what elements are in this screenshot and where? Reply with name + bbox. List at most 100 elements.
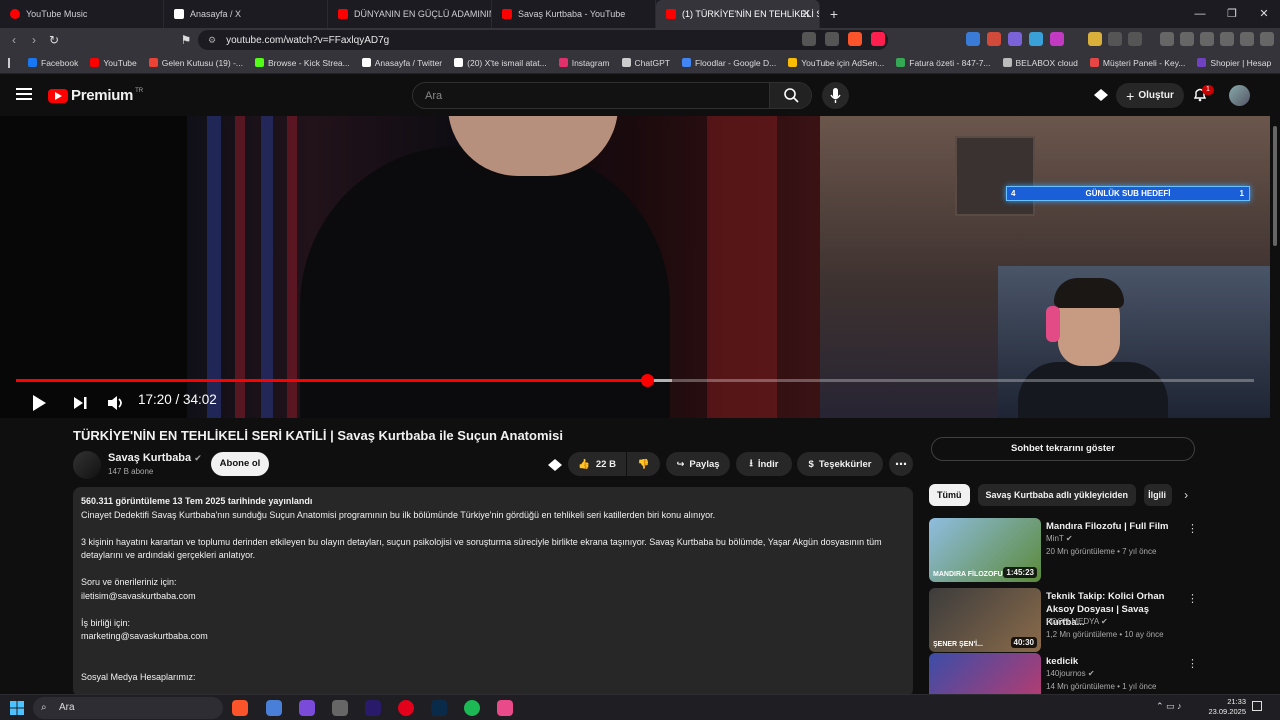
youtube-premium-logo[interactable]: Premium TR [48,87,143,104]
app-icon[interactable] [299,700,315,716]
recommended-channel[interactable]: 140journos ✔ [1046,669,1095,678]
bookmark-item[interactable]: YouTube [90,58,137,68]
recommended-video[interactable]: ŞENER ŞEN'İ... 40:30 Teknik Takip: Kolici … [929,588,1199,652]
address-bar[interactable]: ⚙ youtube.com/watch?v=FFaxlqyAD7g [198,30,888,50]
chip-all[interactable]: Tümü [929,484,970,506]
extension-icon[interactable] [966,32,980,46]
bookmark-item[interactable]: ChatGPT [621,58,670,68]
minimize-icon[interactable]: — [1184,0,1216,28]
brave-rewards-icon[interactable] [871,32,885,46]
bookmark-item[interactable]: Müşteri Paneli - Key... [1089,58,1185,68]
brave-shield-icon[interactable] [848,32,862,46]
share-icon[interactable] [825,32,839,46]
channel-avatar[interactable] [73,451,101,479]
browser-tab[interactable]: Anasayfa / X [164,0,328,28]
close-tab-icon[interactable]: ✕ [802,7,811,20]
voice-search-button[interactable] [822,82,849,109]
extension-icon[interactable] [987,32,1001,46]
wallet-icon[interactable] [1200,32,1214,46]
extension-icon[interactable] [1108,32,1122,46]
chevron-right-icon[interactable]: › [1184,484,1188,508]
menu-icon[interactable] [1260,32,1274,46]
spotify-icon[interactable] [464,700,480,716]
download-button[interactable]: ⭳ İndir [736,452,792,476]
browser-tab[interactable]: DÜNYANIN EN GÜÇLÜ ADAMININ A [328,0,492,28]
app-icon[interactable] [266,700,282,716]
photoshop-icon[interactable] [431,700,447,716]
premium-benefit-icon[interactable] [1092,87,1110,103]
thanks-button[interactable]: $ Teşekkürler [797,452,883,476]
taskbar-clock[interactable]: 21:33 23.09.2025 [1200,697,1246,717]
bookmark-item[interactable]: Fatura özeti - 847-7... [896,58,991,68]
more-options-icon[interactable]: ⋮ [1187,522,1198,535]
video-player[interactable]: 4 GÜNLÜK SUB HEDEFİ 1 17:20 / 34:02 [0,116,1270,418]
bookmark-item[interactable]: Floodlar - Google D... [681,58,776,68]
volume-icon[interactable] [105,392,127,414]
app-icon[interactable] [497,700,513,716]
extension-icon[interactable] [1128,32,1142,46]
windows-start-icon[interactable] [10,701,24,715]
taskbar-search[interactable]: ⌕ Ara [33,697,223,719]
extension-icon[interactable] [1088,32,1102,46]
more-options-icon[interactable]: ⋮ [1187,592,1198,605]
sidebar-icon[interactable] [1180,32,1194,46]
more-actions-button[interactable]: ⋯ [889,452,913,476]
video-description[interactable]: 560.311 görüntüleme 13 Tem 2025 tarihind… [73,487,913,697]
search-input[interactable]: Ara [412,82,812,109]
apps-grid-icon[interactable] [8,57,10,68]
extension-icon[interactable] [1008,32,1022,46]
bookmark-item[interactable]: Browse - Kick Strea... [255,58,350,68]
site-info-icon[interactable]: ⚙ [208,35,216,46]
extension-icon[interactable] [1029,32,1043,46]
close-window-icon[interactable]: ✕ [1248,0,1280,28]
recommended-title[interactable]: kedicik [1046,655,1186,668]
play-icon[interactable] [28,392,50,414]
bookmark-item[interactable]: Anasayfa / Twitter [361,58,442,68]
bookmark-item[interactable]: Instagram [558,58,610,68]
notification-center-icon[interactable] [1252,701,1262,711]
account-avatar[interactable] [1229,85,1250,106]
next-icon[interactable] [70,392,90,414]
video-thumbnail[interactable]: ŞENER ŞEN'İ... 40:30 [929,588,1041,652]
browser-tab-active[interactable]: (1) TÜRKİYE'NİN EN TEHLİKELİ SE ✕ [656,0,820,28]
opera-icon[interactable] [398,700,414,716]
cast-icon[interactable] [802,32,816,46]
bookmark-item[interactable]: YouTube için AdSen... [788,58,884,68]
page-scrollbar[interactable] [1270,116,1280,696]
channel-name[interactable]: Savaş Kurtbaba ✔ [108,452,202,464]
create-button[interactable]: + Oluştur [1116,83,1184,108]
recommended-channel[interactable]: MinT ✔ [1046,534,1073,543]
bookmark-item[interactable]: (20) X'te ismail atat... [454,58,547,68]
share-button[interactable]: ↪ Paylaş [666,452,730,476]
subscribe-button[interactable]: Abone ol [211,452,269,476]
recommended-video[interactable]: MANDIRA FİLOZOFU 1:45:23 Mandıra Filozofu … [929,518,1199,582]
vpn-icon[interactable] [1240,32,1254,46]
dislike-button[interactable]: 👎 [627,452,660,476]
tray-icons[interactable]: ⌃ ▭ ♪ [1156,701,1182,712]
recommended-title[interactable]: Mandıra Filozofu | Full Film [1046,520,1186,533]
browser-tab[interactable]: Savaş Kurtbaba - YouTube [492,0,656,28]
leo-ai-icon[interactable] [1220,32,1234,46]
like-button[interactable]: 👍 22 B [568,452,626,476]
search-button[interactable] [769,83,811,108]
chip-related[interactable]: İlgili [1144,484,1173,506]
scrollbar-thumb[interactable] [1273,126,1277,246]
chip-from-uploader[interactable]: Savaş Kurtbaba adlı yükleyiciden [977,484,1137,506]
recommended-channel[interactable]: FOON MEDYA ✔ [1046,617,1108,626]
menu-icon[interactable] [16,88,32,100]
reload-icon[interactable]: ↻ [44,33,64,47]
media-icon[interactable] [1160,32,1174,46]
restore-icon[interactable]: ❐ [1216,0,1248,28]
premiere-icon[interactable] [365,700,381,716]
premium-jump-icon[interactable] [547,457,565,473]
bookmark-item[interactable]: BELABOX cloud [1002,58,1078,68]
new-tab-button[interactable]: + [820,6,848,22]
bookmark-item[interactable]: Shopier | Hesap [1197,58,1271,68]
back-icon[interactable]: ‹ [4,33,24,47]
more-options-icon[interactable]: ⋮ [1187,657,1198,670]
show-chat-replay-button[interactable]: Sohbet tekrarını göster [931,437,1195,461]
app-icon[interactable] [332,700,348,716]
brave-icon[interactable] [232,700,248,716]
bookmark-item[interactable]: Facebook [28,58,78,68]
bookmark-item[interactable]: Gelen Kutusu (19) -... [148,58,243,68]
